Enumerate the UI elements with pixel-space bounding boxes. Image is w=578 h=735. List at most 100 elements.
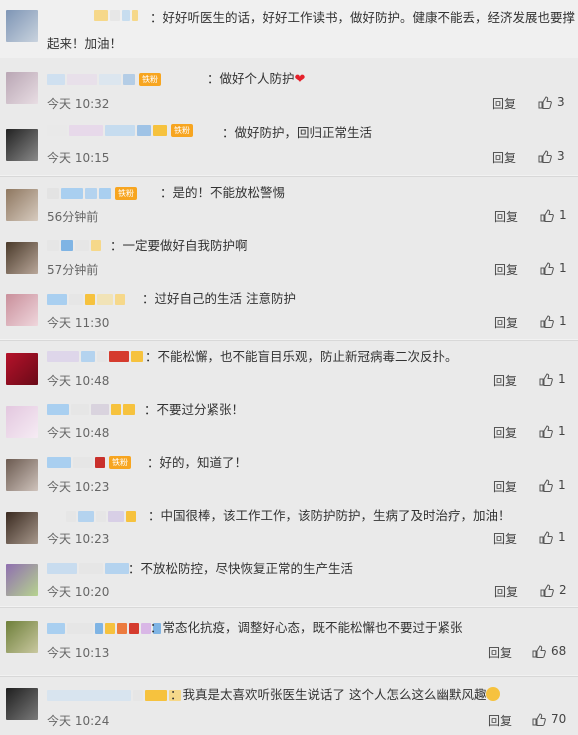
thumbs-up-icon <box>538 149 552 163</box>
comment-item: ：过好自己的生活 注意防护 今天 11:30 回复 1 <box>0 283 578 339</box>
comment-item: ：一定要做好自我防护啊 57分钟前 回复 1 <box>0 230 578 283</box>
like-count: 1 <box>558 424 566 438</box>
avatar[interactable] <box>6 189 38 221</box>
like-button[interactable]: 1 <box>540 314 567 328</box>
like-button[interactable]: 68 <box>532 644 566 658</box>
like-count: 1 <box>558 530 566 544</box>
comment-item: 铁粉 ：做好个人防护❤ 今天 10:32 回复 3 <box>0 58 578 118</box>
like-count: 3 <box>557 149 565 163</box>
comment-text: ：做好个人防护❤ <box>207 71 306 87</box>
like-count: 70 <box>551 712 567 726</box>
like-button[interactable]: 1 <box>540 208 567 222</box>
comment-item: ：中国很棒，该工作工作，该防护防护，生病了及时治疗，加油！ 今天 10:23 回… <box>0 500 578 553</box>
username[interactable]: 铁粉 <box>47 124 193 137</box>
reply-button[interactable]: 回复 <box>494 208 518 225</box>
avatar[interactable] <box>6 129 38 161</box>
like-button[interactable]: 1 <box>539 530 566 544</box>
timestamp: 56分钟前 <box>47 210 99 224</box>
comment-text: ：不放松防控，尽快恢复正常的生产生活 <box>128 561 354 576</box>
like-count: 1 <box>559 208 567 222</box>
thumbs-up-icon <box>540 261 554 275</box>
reply-button[interactable]: 回复 <box>494 583 518 600</box>
timestamp: 今天 10:48 <box>47 426 110 440</box>
reply-button[interactable]: 回复 <box>488 712 512 729</box>
like-button[interactable]: 1 <box>540 261 567 275</box>
comment-text: ：不要过分紧张！ <box>144 402 245 417</box>
thumbs-up-icon <box>532 644 546 658</box>
timestamp: 今天 10:32 <box>47 97 110 111</box>
username[interactable]: 铁粉 <box>47 456 131 469</box>
username[interactable] <box>47 622 161 635</box>
avatar[interactable] <box>6 294 38 326</box>
reply-button[interactable]: 回复 <box>494 314 518 331</box>
comment-text: ：不能松懈，也不能盲目乐观，防止新冠病毒二次反扑。 <box>145 349 458 364</box>
avatar[interactable] <box>6 564 38 596</box>
reply-button[interactable]: 回复 <box>492 95 516 112</box>
timestamp: 今天 10:23 <box>47 532 110 546</box>
heart-icon: ❤ <box>294 72 306 87</box>
avatar[interactable] <box>6 10 38 42</box>
like-count: 1 <box>558 478 566 492</box>
avatar[interactable] <box>6 621 38 653</box>
avatar[interactable] <box>6 353 38 385</box>
comment-item: ：我真是太喜欢听张医生说话了 这个人怎么这么幽默风趣 今天 10:24 回复 7… <box>0 677 578 735</box>
avatar[interactable] <box>6 72 38 104</box>
avatar[interactable] <box>6 459 38 491</box>
like-count: 3 <box>557 95 565 109</box>
timestamp: 今天 10:24 <box>47 714 110 728</box>
timestamp: 今天 10:20 <box>47 585 110 599</box>
thumbs-up-icon <box>539 530 553 544</box>
timestamp: 57分钟前 <box>47 263 99 277</box>
reply-button[interactable]: 回复 <box>494 261 518 278</box>
laughing-emoji-icon <box>486 687 501 701</box>
comment-text: ：中国很棒，该工作工作，该防护防护，生病了及时治疗，加油！ <box>148 508 511 523</box>
reply-button[interactable]: 回复 <box>492 149 516 166</box>
like-count: 1 <box>559 314 567 328</box>
top-comment: ：好好听医生的话，好好工作读书，做好防护。健康不能丢，经济发展也要撑 起来！加油… <box>0 0 578 58</box>
avatar[interactable] <box>6 512 38 544</box>
reply-button[interactable]: 回复 <box>493 424 517 441</box>
like-button[interactable]: 1 <box>539 372 566 386</box>
fan-badge-icon: 铁粉 <box>115 187 137 200</box>
thumbs-up-icon <box>532 712 546 726</box>
comment-text: ：好好听医生的话，好好工作读书，做好防护。健康不能丢，经济发展也要撑 <box>150 10 576 25</box>
like-count: 68 <box>551 644 567 658</box>
reply-button[interactable]: 回复 <box>488 644 512 661</box>
like-button[interactable]: 1 <box>539 478 566 492</box>
username[interactable] <box>94 9 138 22</box>
timestamp: 今天 10:13 <box>47 646 110 660</box>
comment-item: 铁粉 ：好的，知道了！ 今天 10:23 回复 1 <box>0 447 578 500</box>
reply-button[interactable]: 回复 <box>493 478 517 495</box>
reply-button[interactable]: 回复 <box>493 372 517 389</box>
like-count: 1 <box>559 261 567 275</box>
comment-text: ：一定要做好自我防护啊 <box>110 238 248 253</box>
comment-item: 铁粉 ：做好防护，回归正常生活 今天 10:15 回复 3 <box>0 118 578 175</box>
like-count: 2 <box>559 583 567 597</box>
avatar[interactable] <box>6 406 38 438</box>
username[interactable] <box>47 403 135 416</box>
username[interactable] <box>47 350 143 363</box>
like-button[interactable]: 1 <box>539 424 566 438</box>
comment-text: ：我真是太喜欢听张医生说话了 这个人怎么这么幽默风趣 <box>170 687 501 703</box>
reply-button[interactable]: 回复 <box>493 530 517 547</box>
username[interactable] <box>47 293 125 306</box>
username[interactable]: 铁粉 <box>47 187 137 200</box>
thumbs-up-icon <box>539 424 553 438</box>
comment-text: ：过好自己的生活 注意防护 <box>142 291 296 306</box>
thumbs-up-icon <box>539 478 553 492</box>
comment-text: ：是的！不能放松警惕 <box>160 185 286 200</box>
timestamp: 今天 11:30 <box>47 316 110 330</box>
username[interactable] <box>47 689 181 702</box>
username[interactable]: 铁粉 <box>47 73 161 86</box>
like-button[interactable]: 70 <box>532 712 566 726</box>
username[interactable] <box>47 239 101 252</box>
avatar[interactable] <box>6 242 38 274</box>
comment-item: ：常态化抗疫，调整好心态，既不能松懈也不要过于紧张 今天 10:13 回复 68 <box>0 608 578 675</box>
like-button[interactable]: 2 <box>540 583 567 597</box>
like-button[interactable]: 3 <box>538 149 565 163</box>
avatar[interactable] <box>6 688 38 720</box>
username[interactable] <box>47 562 129 575</box>
timestamp: 今天 10:23 <box>47 480 110 494</box>
username[interactable] <box>66 510 136 523</box>
like-button[interactable]: 3 <box>538 95 565 109</box>
